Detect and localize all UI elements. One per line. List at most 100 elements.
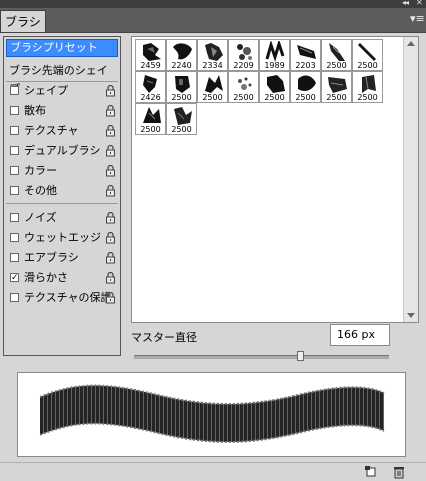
option-label: ウェットエッジ bbox=[24, 231, 101, 244]
brush-preset-item[interactable]: ブラシプリセット bbox=[6, 39, 118, 57]
option-item-3[interactable]: デュアルブラシ bbox=[6, 142, 118, 160]
brush-thumb[interactable]: 2334 bbox=[197, 39, 228, 71]
brush-thumb[interactable]: 2500 bbox=[352, 71, 383, 103]
option-checkbox[interactable] bbox=[10, 126, 19, 135]
brush-shape-icon bbox=[143, 43, 161, 61]
option-item-6[interactable]: ノイズ bbox=[6, 209, 118, 227]
brush-size-label: 2500 bbox=[326, 93, 347, 102]
new-brush-icon[interactable] bbox=[364, 465, 378, 479]
brush-tip-shape-item[interactable]: ブラシ先端のシェイプ bbox=[6, 62, 118, 95]
scroll-up-arrow-icon[interactable] bbox=[407, 41, 415, 46]
brush-thumb[interactable]: 2240 bbox=[166, 39, 197, 71]
brush-size-label: 2334 bbox=[202, 61, 223, 70]
option-checkbox[interactable] bbox=[10, 293, 19, 302]
divider bbox=[6, 203, 118, 204]
lock-icon[interactable] bbox=[105, 252, 116, 264]
brush-shape-icon bbox=[205, 43, 223, 61]
brush-size-label: 2500 bbox=[264, 93, 285, 102]
lock-icon[interactable] bbox=[105, 185, 116, 197]
master-diameter-field[interactable]: 166 px bbox=[330, 324, 390, 346]
option-item-1[interactable]: 散布 bbox=[6, 102, 118, 120]
lock-icon[interactable] bbox=[105, 212, 116, 224]
lock-icon[interactable] bbox=[105, 292, 116, 304]
brush-thumb[interactable]: 2500 bbox=[166, 71, 197, 103]
brush-shape-icon bbox=[237, 44, 252, 60]
master-diameter-label: マスター直径 bbox=[131, 331, 197, 344]
brush-size-label: 2500 bbox=[202, 93, 223, 102]
brush-thumb[interactable]: 2500 bbox=[166, 103, 197, 135]
brush-shape-icon bbox=[238, 77, 252, 90]
master-diameter-slider[interactable] bbox=[134, 351, 389, 361]
lock-icon[interactable] bbox=[105, 272, 116, 284]
brush-thumb[interactable]: 2500 bbox=[352, 39, 383, 71]
tab-brush[interactable]: ブラシ bbox=[0, 10, 46, 32]
lock-icon[interactable] bbox=[105, 85, 116, 97]
brush-thumb[interactable]: 2209 bbox=[228, 39, 259, 71]
option-checkbox[interactable] bbox=[10, 186, 19, 195]
brush-shape-icon bbox=[329, 43, 345, 61]
brush-thumb[interactable]: 2459 bbox=[135, 39, 166, 71]
option-checkbox[interactable] bbox=[10, 106, 19, 115]
option-checkbox[interactable] bbox=[10, 233, 19, 242]
brush-size-label: 2459 bbox=[140, 61, 161, 70]
brush-thumb[interactable]: 2500 bbox=[321, 71, 352, 103]
brush-thumb[interactable]: 2500 bbox=[321, 39, 352, 71]
brush-size-label: 2500 bbox=[357, 61, 378, 70]
option-item-10[interactable]: テクスチャの保護 bbox=[6, 289, 118, 307]
brush-shape-icon bbox=[174, 107, 192, 125]
brush-thumb[interactable]: 2203 bbox=[290, 39, 321, 71]
close-icon[interactable]: ✕ bbox=[416, 0, 423, 7]
option-label: 散布 bbox=[24, 104, 46, 117]
option-item-9[interactable]: ✓ 滑らかさ bbox=[6, 269, 118, 287]
brush-shape-icon bbox=[298, 75, 316, 91]
option-label: デュアルブラシ bbox=[24, 144, 101, 157]
brush-size-label: 2500 bbox=[357, 93, 378, 102]
brush-options-list: ブラシプリセット ブラシ先端のシェイプ シェイプ散布テクスチャデュアルブラシカラ… bbox=[3, 36, 121, 356]
brush-shape-icon bbox=[362, 75, 376, 93]
lock-icon[interactable] bbox=[105, 232, 116, 244]
brush-size-label: 2203 bbox=[295, 61, 316, 70]
panel-menu-icon[interactable]: ▾≡ bbox=[410, 12, 425, 26]
lock-icon[interactable] bbox=[105, 125, 116, 137]
panel-bottom-bar bbox=[0, 462, 426, 481]
brush-shape-icon bbox=[143, 107, 161, 123]
option-item-7[interactable]: ウェットエッジ bbox=[6, 229, 118, 247]
slider-thumb[interactable] bbox=[297, 351, 304, 361]
brush-shape-icon bbox=[328, 77, 347, 93]
brush-thumb[interactable]: 2426 bbox=[135, 71, 166, 103]
brush-thumb[interactable]: 2500 bbox=[197, 71, 228, 103]
brush-size-label: 2500 bbox=[233, 93, 254, 102]
brush-thumb[interactable]: 2500 bbox=[228, 71, 259, 103]
option-checkbox[interactable] bbox=[10, 146, 19, 155]
option-item-4[interactable]: カラー bbox=[6, 162, 118, 180]
brush-shape-icon bbox=[175, 76, 190, 93]
collapse-icon[interactable]: ◂◂ bbox=[402, 0, 409, 7]
scroll-down-arrow-icon[interactable] bbox=[407, 313, 415, 318]
option-checkbox[interactable]: ✓ bbox=[10, 273, 19, 283]
option-checkbox[interactable] bbox=[10, 86, 19, 95]
option-item-5[interactable]: その他 bbox=[6, 182, 118, 200]
option-item-0[interactable]: シェイプ bbox=[6, 82, 118, 100]
lock-icon[interactable] bbox=[105, 145, 116, 157]
brush-shape-icon bbox=[358, 43, 376, 61]
lock-icon[interactable] bbox=[105, 165, 116, 177]
brush-thumb[interactable]: 2500 bbox=[290, 71, 321, 103]
option-checkbox[interactable] bbox=[10, 213, 19, 222]
option-checkbox[interactable] bbox=[10, 166, 19, 175]
brush-size-label: 2426 bbox=[140, 93, 161, 102]
option-label: カラー bbox=[24, 164, 57, 177]
brush-size-label: 2500 bbox=[295, 93, 316, 102]
brush-thumb[interactable]: 1989 bbox=[259, 39, 290, 71]
brush-thumb[interactable]: 2500 bbox=[135, 103, 166, 135]
option-item-8[interactable]: エアブラシ bbox=[6, 249, 118, 267]
brush-thumb[interactable]: 2500 bbox=[259, 71, 290, 103]
option-checkbox[interactable] bbox=[10, 253, 19, 262]
brush-size-label: 2500 bbox=[171, 125, 192, 134]
lock-icon[interactable] bbox=[105, 105, 116, 117]
option-item-2[interactable]: テクスチャ bbox=[6, 122, 118, 140]
grid-scrollbar[interactable] bbox=[403, 37, 418, 322]
trash-icon[interactable] bbox=[392, 465, 406, 479]
brush-size-label: 2209 bbox=[233, 61, 254, 70]
brush-shape-icon bbox=[143, 75, 157, 93]
stroke-preview-graphic bbox=[39, 384, 385, 443]
